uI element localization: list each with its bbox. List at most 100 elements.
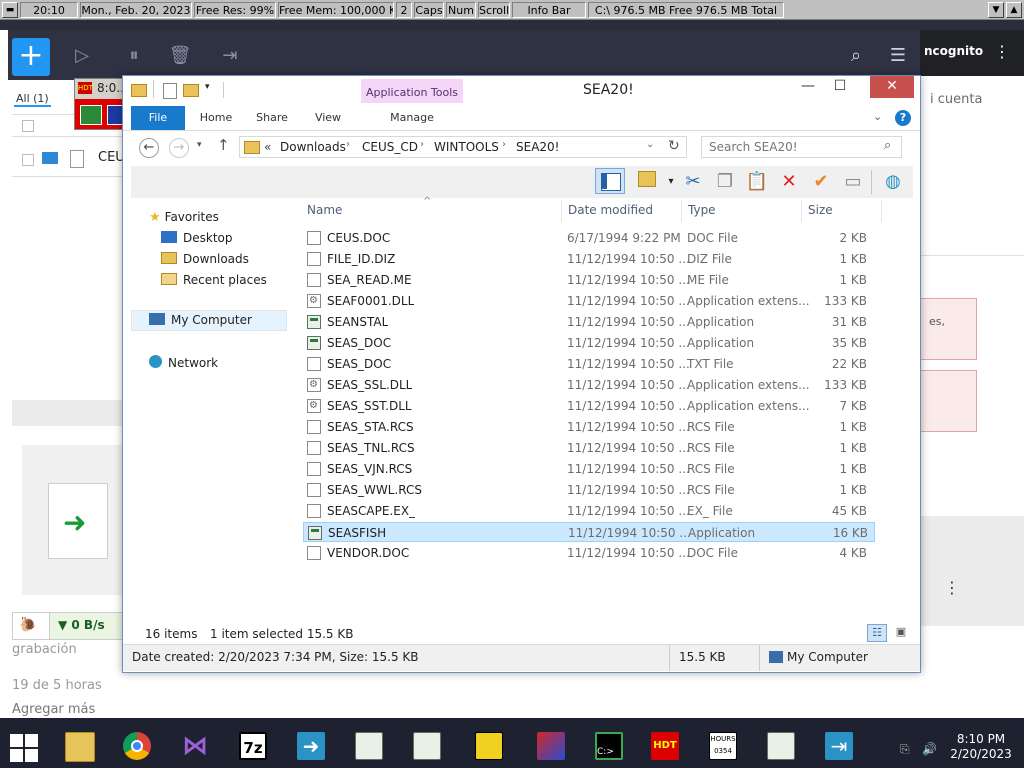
taskbar-clock[interactable]: 8:10 PM 2/20/2023 [946, 732, 1016, 762]
paste-icon[interactable]: 📋 [745, 170, 769, 194]
tab-view[interactable]: View [305, 106, 351, 130]
volume-tray-icon[interactable]: 🔊 [922, 742, 937, 756]
minimize-button[interactable]: — [791, 76, 825, 98]
new-folder-icon[interactable] [183, 84, 199, 97]
cut-icon[interactable]: ✂ [681, 170, 705, 194]
taskbar-floppy[interactable] [466, 728, 510, 768]
file-row[interactable]: FILE_ID.DIZ 11/12/1994 10:50 ... DIZ File 1… [303, 249, 875, 269]
file-row[interactable]: SEAS_STA.RCS 11/12/1994 10:50 ... RCS File… [303, 417, 875, 437]
crumb-wintools[interactable]: WINTOOLS [434, 140, 499, 154]
qat-dropdown-icon[interactable]: ▾ [205, 82, 210, 92]
download-item-name[interactable]: CEU [98, 150, 125, 165]
item-checkbox[interactable] [22, 154, 34, 166]
preview-pane-icon[interactable] [595, 168, 625, 194]
menu-icon[interactable]: ☰ [886, 44, 910, 68]
trash-icon[interactable]: 🗑 [168, 44, 192, 68]
pause-icon[interactable]: ⏸ [122, 44, 146, 68]
close-button[interactable]: ✕ [870, 76, 914, 98]
file-row[interactable]: SEA_READ.ME 11/12/1994 10:50 ... ME File 1 … [303, 270, 875, 290]
column-size[interactable]: Size [808, 203, 833, 217]
globe-icon[interactable]: ◍ [881, 170, 905, 194]
taskbar-window-3[interactable] [758, 728, 802, 768]
select-all-checkbox[interactable] [22, 120, 34, 132]
file-row[interactable]: SEAS_VJN.RCS 11/12/1994 10:50 ... RCS File… [303, 459, 875, 479]
address-dropdown-icon[interactable]: ⌄ [646, 139, 654, 150]
help-icon[interactable]: ? [895, 110, 911, 126]
details-view-icon[interactable]: ☷ [867, 624, 887, 642]
file-row[interactable]: SEASFISH 11/12/1994 10:50 ... Application 1… [303, 522, 875, 542]
column-type[interactable]: Type [688, 203, 716, 217]
search-box[interactable]: Search SEA20! ⌕ [701, 136, 902, 158]
play-icon[interactable]: ▷ [70, 44, 94, 68]
nav-my-computer[interactable]: My Computer [149, 313, 252, 327]
up-button[interactable]: ↑ [217, 136, 230, 154]
file-row[interactable]: CEUS.DOC 6/17/1994 9:22 PM DOC File 2 KB [303, 228, 875, 248]
taskbar-hand-app[interactable] [528, 728, 572, 768]
file-row[interactable]: SEAS_WWL.RCS 11/12/1994 10:50 ... RCS File… [303, 480, 875, 500]
nav-favorites[interactable]: ★ Favorites [149, 210, 219, 225]
nav-network[interactable]: Network [149, 355, 218, 370]
search-icon[interactable]: ⌕ [844, 44, 868, 68]
info-minimize-button[interactable]: ▼ [988, 2, 1004, 18]
network-tray-icon[interactable]: ⎘ [900, 742, 910, 757]
taskbar-hours[interactable]: HOURS 0354 [700, 728, 744, 768]
back-button[interactable]: ← [139, 138, 159, 158]
delete-icon[interactable]: ✕ [777, 170, 801, 194]
column-separator[interactable] [561, 200, 562, 222]
search-icon[interactable]: ⌕ [884, 138, 891, 153]
maximize-button[interactable]: ☐ [823, 76, 857, 98]
tab-all[interactable]: All (1) [14, 92, 51, 107]
taskbar-app-arrow[interactable]: ➜ [288, 728, 332, 768]
column-name[interactable]: Name [307, 203, 342, 217]
taskbar-window-1[interactable] [346, 728, 390, 768]
file-row[interactable]: SEAS_TNL.RCS 11/12/1994 10:50 ... RCS File… [303, 438, 875, 458]
nav-downloads[interactable]: Downloads [161, 252, 249, 266]
views-dropdown-icon[interactable]: ▾ [659, 170, 683, 194]
column-separator[interactable] [801, 200, 802, 222]
card-more-icon[interactable]: ⋮ [944, 578, 960, 597]
image-icon[interactable] [80, 105, 102, 125]
crumb-downloads[interactable]: Downloads [280, 140, 346, 154]
copy-icon[interactable]: ❐ [713, 170, 737, 194]
add-more-link[interactable]: Agregar más [12, 702, 95, 717]
file-row[interactable]: SEAF0001.DLL 11/12/1994 10:50 ...Applicat… [303, 291, 875, 311]
properties-icon[interactable] [635, 170, 659, 194]
taskbar-file-explorer[interactable] [56, 728, 100, 768]
info-bar-menu-button[interactable]: ▬ [2, 2, 18, 18]
add-button[interactable]: + [12, 38, 50, 76]
tab-home[interactable]: Home [193, 106, 239, 130]
column-separator[interactable] [881, 200, 882, 222]
hdt-window[interactable]: HDT 8:0.. [74, 78, 126, 130]
more-vert-icon[interactable]: ⋮ [994, 42, 1010, 61]
snail-icon[interactable]: 🐌 [19, 617, 36, 633]
refresh-icon[interactable]: ↻ [668, 138, 680, 154]
expand-ribbon-icon[interactable]: ⌄ [873, 110, 882, 123]
large-icons-view-icon[interactable]: ▣ [891, 624, 911, 642]
check-icon[interactable]: ✔ [809, 170, 833, 194]
tab-share[interactable]: Share [249, 106, 295, 130]
taskbar-window-2[interactable] [404, 728, 448, 768]
tab-manage[interactable]: Manage [361, 106, 463, 130]
start-button[interactable] [10, 734, 38, 762]
properties-icon[interactable] [163, 83, 177, 99]
file-row[interactable]: SEAS_SSL.DLL 11/12/1994 10:50 ...Applicat… [303, 375, 875, 395]
tab-file[interactable]: File [131, 106, 185, 130]
taskbar-hdt[interactable]: HDT [642, 728, 686, 768]
rename-icon[interactable]: ▭ [841, 170, 865, 194]
nav-desktop[interactable]: Desktop [161, 231, 233, 245]
file-row[interactable]: SEAS_DOC 11/12/1994 10:50 ... Application 3… [303, 333, 875, 353]
address-bar[interactable]: « Downloads › CEUS_CD › WINTOOLS › SEA20… [239, 136, 687, 158]
nav-recent-places[interactable]: Recent places [161, 273, 267, 287]
column-date[interactable]: Date modified [568, 203, 653, 217]
forward-button[interactable]: → [169, 138, 189, 158]
crumb-sea20[interactable]: SEA20! [516, 140, 560, 154]
file-row[interactable]: SEANSTAL 11/12/1994 10:50 ... Application 3… [303, 312, 875, 332]
crumb-ceus-cd[interactable]: CEUS_CD [362, 140, 418, 154]
taskbar-exit-app[interactable]: ⇥ [816, 728, 866, 768]
column-separator[interactable] [681, 200, 682, 222]
info-maximize-button[interactable]: ▲ [1006, 2, 1022, 18]
recent-locations-icon[interactable]: ▾ [197, 140, 202, 150]
taskbar-7zip[interactable]: 7z [230, 728, 274, 768]
move-icon[interactable]: ⇥ [218, 44, 242, 68]
address-overflow[interactable]: « [264, 140, 271, 154]
